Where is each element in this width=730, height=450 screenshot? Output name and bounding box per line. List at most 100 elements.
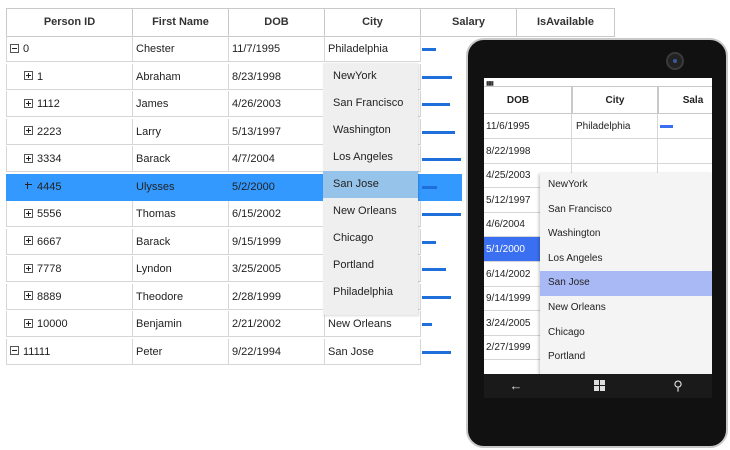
expand-icon[interactable] (24, 208, 33, 218)
cell-person-id: 7778 (6, 256, 132, 282)
grid-header: Person ID First Name DOB City Salary IsAvaila… (6, 8, 615, 37)
dropdown-option[interactable]: NewYork (323, 63, 418, 90)
city-dropdown-list[interactable]: NewYork San Francisco Washington Los Angele… (323, 63, 418, 315)
salary-bar (422, 185, 437, 189)
cell-salary (420, 63, 462, 90)
salary-bar (422, 48, 436, 51)
expand-icon[interactable] (24, 71, 33, 81)
cell-first-name: Larry (132, 118, 228, 145)
dropdown-option[interactable]: San Jose (323, 171, 418, 198)
expand-icon[interactable] (24, 263, 33, 273)
expand-icon[interactable] (24, 181, 33, 190)
cell-person-id: 11111 (6, 338, 132, 365)
person-id-text: 5556 (37, 208, 62, 220)
dropdown-option[interactable]: Chicago (323, 225, 418, 252)
phone-header-city[interactable]: City (572, 86, 658, 114)
phone-table-row[interactable]: 8/22/1998 (484, 138, 712, 164)
dropdown-option[interactable]: Los Angeles (323, 144, 418, 171)
expand-icon[interactable] (24, 291, 33, 301)
cell-salary (420, 338, 462, 365)
cell-person-id: 10000 (6, 311, 132, 337)
cell-city: San Jose (324, 338, 420, 365)
expand-icon[interactable] (24, 153, 33, 163)
dropdown-option[interactable]: Washington (323, 117, 418, 144)
expand-icon[interactable] (24, 98, 33, 108)
cell-person-id: 5556 (6, 201, 132, 227)
expand-icon[interactable] (24, 236, 33, 246)
cell-dob: 9/22/1994 (228, 338, 324, 365)
cell-dob: 4/26/2003 (228, 91, 324, 117)
cell-person-id: 4445 (6, 173, 132, 200)
cell-first-name: Ulysses (132, 173, 228, 200)
cell-dob: 9/15/1999 (228, 228, 324, 255)
dropdown-option[interactable]: Philadelphia (323, 279, 418, 306)
cell-salary (420, 283, 462, 310)
phone-dropdown-option[interactable]: San Jose (540, 271, 712, 296)
cell-first-name: Theodore (132, 283, 228, 310)
cell-salary (420, 256, 462, 282)
cell-dob: 4/7/2004 (228, 146, 324, 172)
dropdown-option[interactable]: Portland (323, 252, 418, 279)
collapse-icon[interactable] (10, 43, 19, 53)
table-row[interactable]: 10000 Benjamin 2/21/2002 New Orleans (6, 311, 462, 338)
table-row[interactable]: 11111 Peter 9/22/1994 San Jose (6, 338, 462, 366)
cell-first-name: James (132, 91, 228, 117)
cell-salary (420, 91, 462, 117)
header-isavailable[interactable]: IsAvailable (516, 8, 615, 37)
cell-person-id: 2223 (6, 118, 132, 145)
cell-first-name: Benjamin (132, 311, 228, 337)
phone-table-row[interactable]: 11/6/1995 Philadelphia (484, 114, 712, 139)
cell-person-id: 3334 (6, 146, 132, 172)
expand-icon[interactable] (24, 318, 33, 328)
phone-dropdown-option[interactable]: NewYork (540, 173, 712, 198)
cell-person-id: 1 (6, 63, 132, 90)
header-salary[interactable]: Salary (420, 8, 516, 37)
dropdown-option[interactable]: New Orleans (323, 198, 418, 225)
header-dob[interactable]: DOB (228, 8, 324, 37)
phone-dropdown-option[interactable]: Washington (540, 222, 712, 247)
cell-salary (420, 146, 462, 172)
cell-salary (420, 36, 462, 62)
phone-cell-city: Philadelphia (572, 114, 658, 139)
cell-first-name: Lyndon (132, 256, 228, 282)
phone-header-dob[interactable]: DOB (484, 86, 572, 114)
search-icon[interactable]: ⚲ (668, 378, 688, 394)
cell-dob: 5/2/2000 (228, 173, 324, 200)
person-id-text: 11111 (23, 345, 51, 358)
phone-dropdown-option[interactable]: New Orleans (540, 296, 712, 321)
salary-bar (422, 350, 451, 354)
salary-bar (422, 158, 461, 161)
phone-salary-bar (660, 125, 673, 128)
cell-person-id: 1112 (6, 91, 132, 117)
phone-dropdown-option[interactable]: Chicago (540, 321, 712, 346)
cell-first-name: Peter (132, 338, 228, 365)
expand-icon[interactable] (24, 126, 33, 136)
person-id-text: 1112 (37, 98, 60, 110)
phone-dropdown-option[interactable]: Los Angeles (540, 247, 712, 272)
cell-person-id: 0 (6, 36, 132, 62)
phone-cell-dob: 8/22/1998 (484, 138, 572, 164)
cell-person-id: 8889 (6, 283, 132, 310)
phone-header-salary[interactable]: Sala (658, 86, 712, 114)
salary-bar (422, 213, 461, 216)
cell-dob: 2/21/2002 (228, 311, 324, 337)
person-id-text: 10000 (37, 318, 68, 330)
header-first-name[interactable]: First Name (132, 8, 228, 37)
cell-dob: 11/7/1995 (228, 36, 324, 62)
person-id-text: 3334 (37, 153, 62, 165)
phone-screen: ▮▮▮ DOB City Sala 11/6/1995 Philadelphia 8/2… (484, 78, 712, 398)
collapse-icon[interactable] (10, 346, 19, 356)
table-row[interactable]: 0 Chester 11/7/1995 Philadelphia (6, 36, 462, 63)
windows-logo-icon[interactable] (594, 380, 605, 391)
header-city[interactable]: City (324, 8, 420, 37)
phone-dropdown-option[interactable]: San Francisco (540, 198, 712, 223)
cell-first-name: Abraham (132, 63, 228, 90)
cell-salary (420, 228, 462, 255)
header-person-id[interactable]: Person ID (6, 8, 132, 37)
salary-bar (422, 295, 451, 299)
back-arrow-icon[interactable]: ← (506, 378, 526, 394)
dropdown-option[interactable]: San Francisco (323, 90, 418, 117)
phone-city-dropdown-list[interactable]: NewYork San Francisco Washington Los Angele… (540, 173, 712, 398)
salary-bar (422, 240, 436, 244)
phone-dropdown-option[interactable]: Portland (540, 345, 712, 370)
